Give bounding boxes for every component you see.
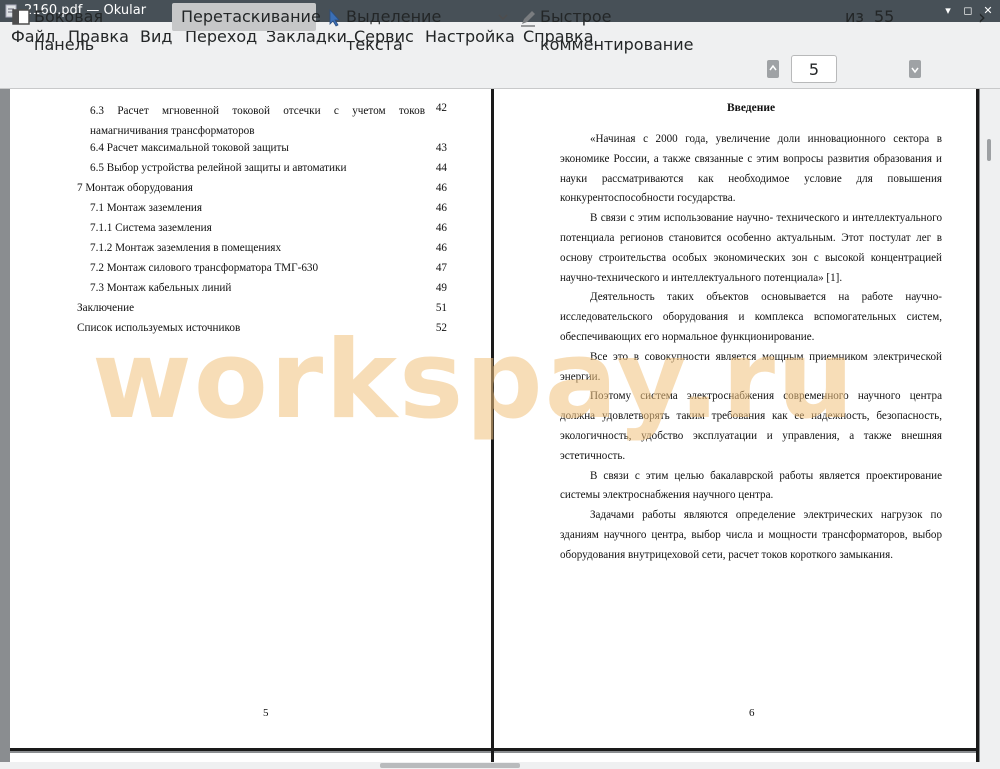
toc-entry: 7.1 Монтаж заземления [90,202,203,214]
page-total: 55 [874,7,895,26]
previous-page-button[interactable] [767,60,779,78]
paragraph: «Начиная с 2000 года, увеличение доли ин… [560,133,942,205]
page-divider [10,748,976,751]
minimize-button[interactable]: ▾ [940,3,956,19]
arrow-down-icon [911,67,919,74]
toc-entry-page: 46 [435,242,447,254]
page-divider [976,89,979,769]
vertical-scrollbar[interactable] [980,89,1000,769]
toc-entry-page: 51 [435,302,447,314]
cursor-icon [329,9,340,27]
text-select-button[interactable]: Выделение текста [324,3,489,54]
sidebar-button[interactable]: Боковая панель [8,3,163,54]
maximize-button[interactable]: ◻ [960,3,976,19]
toc-entry-text: 6.3 Расчет мгновенной токовой отсечки с … [90,105,425,137]
toc-entry-page: 46 [435,182,447,194]
quick-annotate-label: Быстрое комментирование [540,7,694,54]
toc-entry-page: 46 [435,202,447,214]
toc-entry-page: 49 [435,282,447,294]
toc-entry-page: 47 [435,262,447,274]
toolbar-overflow-button[interactable]: › [978,3,986,31]
toc-entry-page: 42 [435,102,447,114]
toc-entry: 6.4 Расчет максимальной токовой защиты [90,142,289,154]
chevron-down-icon [498,14,508,21]
paragraph: Задачами работы являются определение эле… [560,509,942,561]
watermark: workspay.ru [92,318,856,443]
page-number-footer: 5 [263,707,269,719]
arrow-up-icon [769,64,777,71]
sidebar-icon [12,9,30,25]
paragraph: В связи с этим использование научно- тех… [560,212,942,284]
toc-entry-page: 46 [435,222,447,234]
page-of-label: из [845,7,864,26]
toc-entry: 7 Монтаж оборудования [77,182,193,194]
table-of-contents: 6.3 Расчет мгновенной токовой отсечки с … [77,102,447,352]
next-page-button[interactable] [909,60,921,78]
section-heading: Введение [726,102,776,114]
toc-entry: 7.3 Монтаж кабельных линий [90,282,232,294]
drag-mode-button[interactable]: Перетаскивание [172,3,321,31]
toc-entry: 7.2 Монтаж силового трансформатора ТМГ-6… [90,262,319,274]
paragraph: В связи с этим целью бакалаврской работы… [560,469,942,502]
toc-entry-page: 44 [435,162,447,174]
vertical-scrollbar-thumb[interactable] [987,139,991,161]
horizontal-scrollbar[interactable] [0,762,980,769]
page-number-footer: 6 [749,707,755,719]
annotate-pen-icon [521,11,535,27]
sidebar-label: Боковая панель [34,7,104,54]
drag-mode-label: Перетаскивание [181,7,321,26]
quick-annotate-button[interactable]: Быстрое комментирование [516,3,758,54]
horizontal-scrollbar-thumb[interactable] [380,763,520,768]
toc-entry: 7.1.1 Система заземления [90,222,212,234]
toc-entry: 7.1.2 Монтаж заземления в помещениях [90,242,282,254]
toc-entry: 6.5 Выбор устройства релейной защиты и а… [90,162,347,174]
page-number-input[interactable]: 5 [791,55,837,83]
toc-entry-page: 43 [435,142,447,154]
toc-entry: Заключение [77,302,135,314]
toc-entry: 6.3 Расчет мгновенной токовой отсечки с … [90,102,425,141]
text-select-label: Выделение текста [346,7,442,54]
select-mode-dropdown[interactable] [496,3,510,31]
